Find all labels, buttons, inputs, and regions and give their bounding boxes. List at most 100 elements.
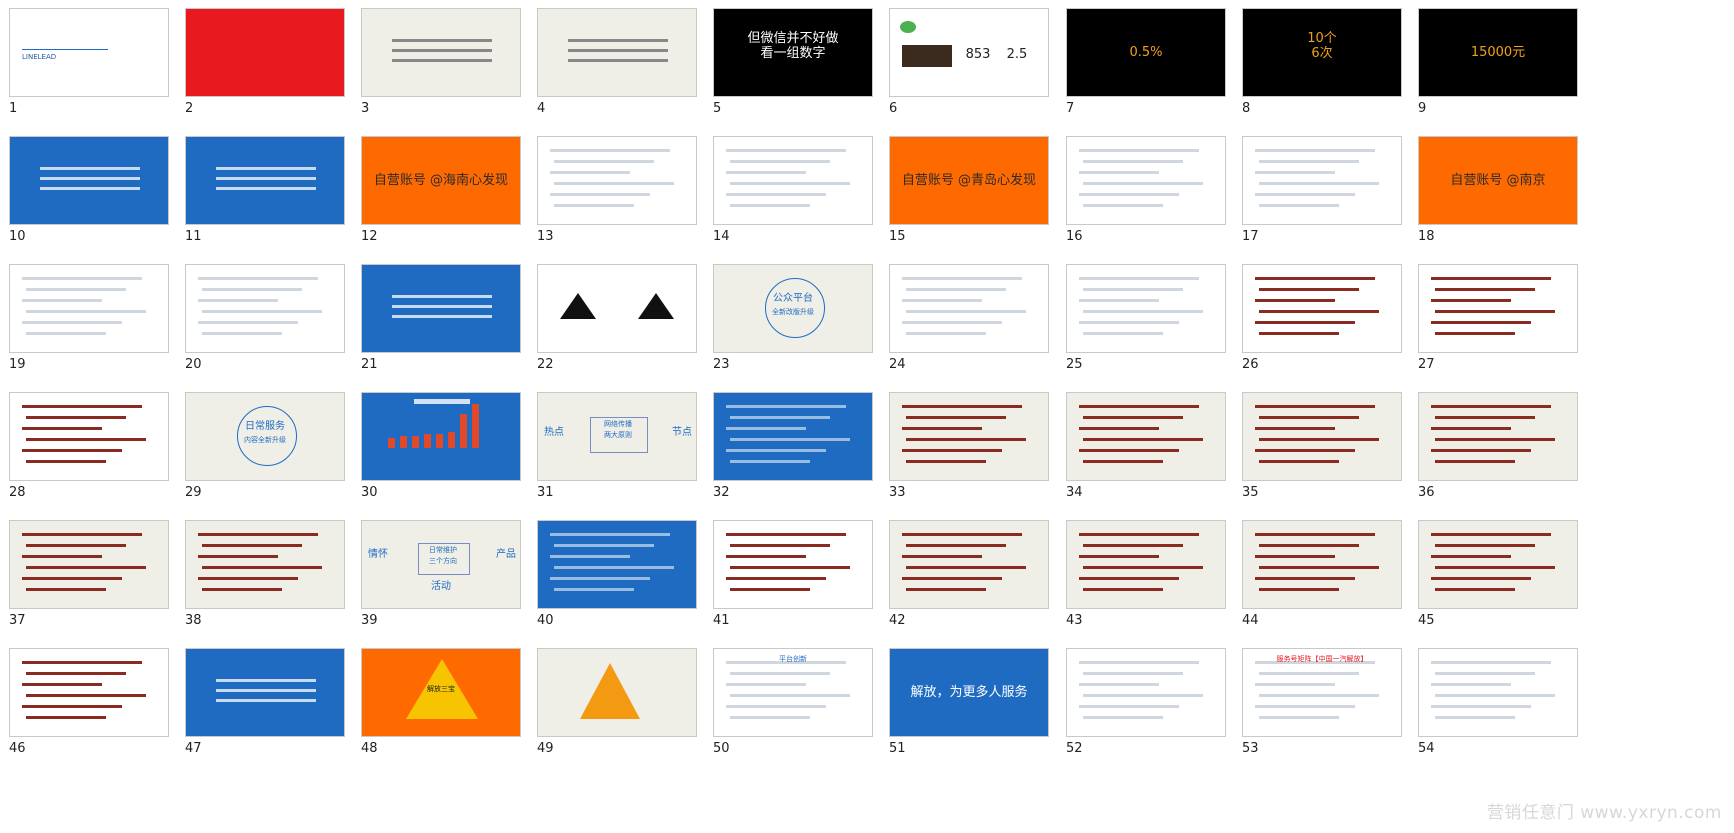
slide-preview: 0.5% [1066, 8, 1226, 97]
slide-number: 11 [185, 229, 202, 244]
slide-thumbnail-38[interactable]: 38 [176, 512, 345, 642]
thumbnail-content-line [726, 533, 846, 536]
slide-thumbnail-4[interactable]: 4 [528, 0, 697, 130]
slide-thumbnail-31[interactable]: 热点 网络传播 两大原则 节点 31 [528, 384, 697, 514]
thumbnail-content-line [730, 182, 850, 185]
slide-number: 27 [1418, 357, 1435, 372]
slide-thumbnail-47[interactable]: 47 [176, 640, 345, 770]
thumbnail-content-line [730, 716, 810, 719]
slide-thumbnail-14[interactable]: 14 [704, 128, 873, 258]
slide-thumbnail-45[interactable]: 45 [1409, 512, 1578, 642]
slide-thumbnail-27[interactable]: 27 [1409, 256, 1578, 386]
thumbnail-content-line [26, 566, 146, 569]
slide-thumbnail-19[interactable]: 19 [0, 256, 169, 386]
thumbnail-content-line [1259, 544, 1359, 547]
slide-text: 自营账号 @青岛心发现 [901, 173, 1037, 188]
slide-thumbnail-24[interactable]: 24 [880, 256, 1049, 386]
thumbnail-content-line [726, 577, 826, 580]
slide-thumbnail-42[interactable]: 42 [880, 512, 1049, 642]
slide-thumbnail-1[interactable]: LINELEAD 1 [0, 0, 169, 130]
slide-thumbnail-44[interactable]: 44 [1233, 512, 1402, 642]
slide-thumbnail-2[interactable]: 2 [176, 0, 345, 130]
thumbnail-content-line [730, 204, 810, 207]
thumbnail-content-line [730, 160, 830, 163]
slide-number: 8 [1242, 101, 1251, 116]
slide-thumbnail-48[interactable]: 解放三宝 48 [352, 640, 521, 770]
thumbnail-content-line [1431, 577, 1531, 580]
slide-thumbnail-5[interactable]: 但微信并不好做 看一组数字 5 [704, 0, 873, 130]
slide-thumbnail-3[interactable]: 3 [352, 0, 521, 130]
slide-preview [1242, 264, 1402, 353]
slide-thumbnail-9[interactable]: 15000元 9 [1409, 0, 1578, 130]
thumbnail-content-line [906, 310, 1026, 313]
slide-thumbnail-28[interactable]: 28 [0, 384, 169, 514]
slide-thumbnail-25[interactable]: 25 [1057, 256, 1226, 386]
slide-thumbnail-51[interactable]: 解放，为更多人服务 51 [880, 640, 1049, 770]
slide-thumbnail-16[interactable]: 16 [1057, 128, 1226, 258]
slide-preview [9, 392, 169, 481]
thumbnail-content-line [1083, 588, 1163, 591]
slide-thumbnail-34[interactable]: 34 [1057, 384, 1226, 514]
thumbnail-content-line [1435, 566, 1555, 569]
slide-thumbnail-53[interactable]: 服务号矩阵【中国一汽解放】 53 [1233, 640, 1402, 770]
thumbnail-content-line [392, 49, 492, 52]
slide-thumbnail-52[interactable]: 52 [1057, 640, 1226, 770]
slide-thumbnail-23[interactable]: 公众平台 全新改版升级 23 [704, 256, 873, 386]
slide-thumbnail-43[interactable]: 43 [1057, 512, 1226, 642]
thumbnail-content-line [906, 588, 986, 591]
thumbnail-content-line [1435, 672, 1535, 675]
slide-preview [1418, 520, 1578, 609]
slide-thumbnail-54[interactable]: 54 [1409, 640, 1578, 770]
thumbnail-content-line [1083, 716, 1163, 719]
slide-thumbnail-37[interactable]: 37 [0, 512, 169, 642]
slide-thumbnail-13[interactable]: 13 [528, 128, 697, 258]
thumbnail-content-line [198, 299, 278, 302]
slide-number: 45 [1418, 613, 1435, 628]
thumbnail-content-line [1259, 566, 1379, 569]
slide-thumbnail-12[interactable]: 自营账号 @海南心发现 12 [352, 128, 521, 258]
thumbnail-content-line [1255, 533, 1375, 536]
thumbnail-content-line [202, 310, 322, 313]
slide-thumbnail-49[interactable]: 49 [528, 640, 697, 770]
thumbnail-content-line [1079, 171, 1159, 174]
slide-preview: 但微信并不好做 看一组数字 [713, 8, 873, 97]
slide-thumbnail-6[interactable]: 853 2.5 6 [880, 0, 1049, 130]
slide-text: 公众平台 [773, 293, 813, 304]
slide-thumbnail-41[interactable]: 41 [704, 512, 873, 642]
slide-thumbnail-32[interactable]: 32 [704, 384, 873, 514]
slide-number: 54 [1418, 741, 1435, 756]
thumbnail-content-line [198, 533, 318, 536]
slide-thumbnail-26[interactable]: 26 [1233, 256, 1402, 386]
chart-bar [400, 436, 407, 448]
slide-number: 33 [889, 485, 906, 500]
slide-thumbnail-11[interactable]: 11 [176, 128, 345, 258]
slide-thumbnail-15[interactable]: 自营账号 @青岛心发现 15 [880, 128, 1049, 258]
slide-thumbnail-30[interactable]: 30 [352, 384, 521, 514]
slide-thumbnail-20[interactable]: 20 [176, 256, 345, 386]
slide-thumbnail-18[interactable]: 自营账号 @南京 18 [1409, 128, 1578, 258]
slide-thumbnail-8[interactable]: 10个 6次 8 [1233, 0, 1402, 130]
slide-preview [1066, 648, 1226, 737]
thumbnail-content-line [906, 288, 1006, 291]
slide-thumbnail-35[interactable]: 35 [1233, 384, 1402, 514]
slide-thumbnail-21[interactable]: 21 [352, 256, 521, 386]
slide-preview: 情怀 日常维护 三个方向 产品 活动 [361, 520, 521, 609]
slide-thumbnail-36[interactable]: 36 [1409, 384, 1578, 514]
thumbnail-content-line [1431, 427, 1511, 430]
slide-thumbnail-33[interactable]: 33 [880, 384, 1049, 514]
slide-preview [1066, 520, 1226, 609]
thumbnail-content-line [726, 405, 846, 408]
thumbnail-content-line [1079, 321, 1179, 324]
slide-thumbnail-7[interactable]: 0.5% 7 [1057, 0, 1226, 130]
slide-thumbnail-17[interactable]: 17 [1233, 128, 1402, 258]
slide-thumbnail-10[interactable]: 10 [0, 128, 169, 258]
thumbnail-content-line [1083, 544, 1183, 547]
slide-thumbnail-39[interactable]: 情怀 日常维护 三个方向 产品 活动 39 [352, 512, 521, 642]
slide-thumbnail-40[interactable]: 40 [528, 512, 697, 642]
slide-thumbnail-22[interactable]: 22 [528, 256, 697, 386]
slide-thumbnail-50[interactable]: 平台创新 50 [704, 640, 873, 770]
slide-thumbnail-46[interactable]: 46 [0, 640, 169, 770]
slide-thumbnail-29[interactable]: 日常服务 内容全新升级 29 [176, 384, 345, 514]
thumbnail-content-line [902, 533, 1022, 536]
slide-text: 日常维护 [429, 546, 457, 554]
